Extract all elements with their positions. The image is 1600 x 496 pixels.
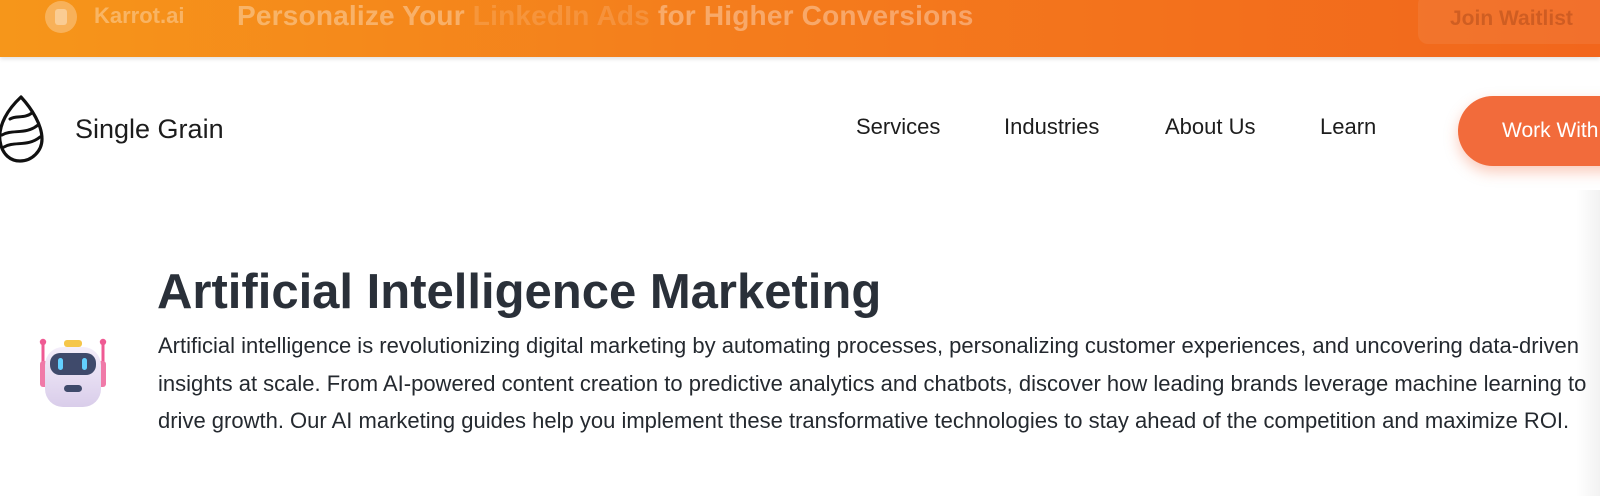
page-title: Artificial Intelligence Marketing [157, 265, 882, 319]
brand-name[interactable]: Single Grain [75, 114, 224, 145]
promo-brand-name: Karrot.ai [94, 3, 185, 28]
promo-headline-highlight: LinkedIn Ads [472, 0, 650, 31]
karrot-logo-icon [45, 1, 77, 33]
nav-link-industries[interactable]: Industries [1004, 114, 1099, 140]
page-intro: Artificial intelligence is revolutionizi… [158, 333, 1587, 433]
nav-link-about-us[interactable]: About Us [1165, 114, 1256, 140]
work-with-us-button[interactable]: Work With Us [1458, 96, 1600, 166]
nav-link-learn[interactable]: Learn [1320, 114, 1376, 140]
join-waitlist-button[interactable]: Join Waitlist [1418, 0, 1600, 44]
single-grain-logo-icon[interactable] [0, 95, 46, 163]
page-edge-shadow [1576, 190, 1600, 496]
robot-icon [39, 338, 107, 407]
promo-headline: Personalize Your LinkedIn Ads for Higher… [237, 0, 973, 32]
promo-banner[interactable]: Karrot.ai Personalize Your LinkedIn Ads … [0, 0, 1600, 57]
promo-headline-start: Personalize Your [237, 0, 473, 31]
nav-link-services[interactable]: Services [856, 114, 940, 140]
promo-headline-end: for Higher Conversions [649, 0, 974, 31]
